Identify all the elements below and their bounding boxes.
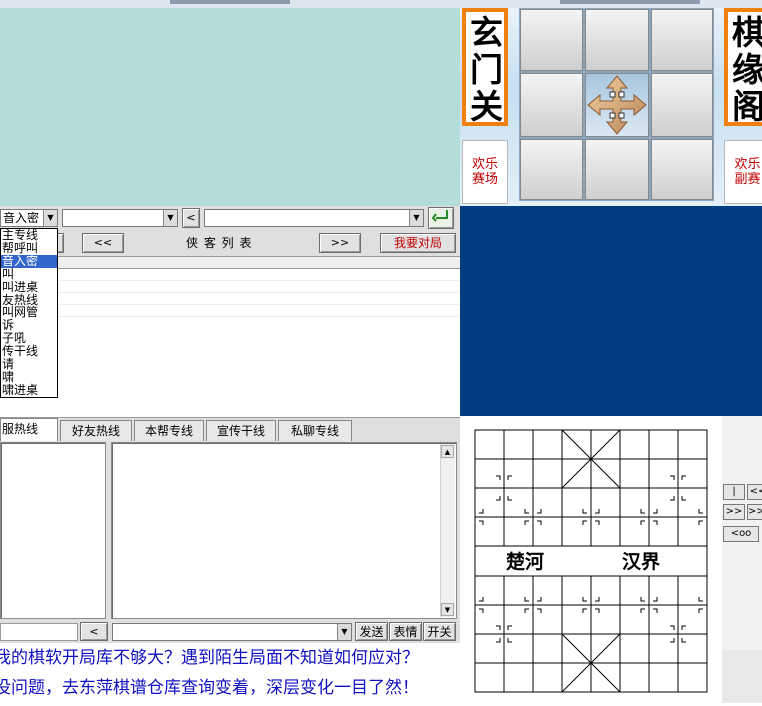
room-tile[interactable] [584, 138, 649, 200]
player-list[interactable] [0, 256, 460, 416]
chevron-down-icon[interactable]: ▼ [163, 210, 177, 226]
chat-input-row: < ▼ 发送 表情 开关 [0, 621, 460, 643]
chat-user-list[interactable] [0, 442, 106, 619]
promo-ticker[interactable]: 我的棋软开局库不够大？遇到陌生局面不知道如何应对？ 没问题，去东萍棋谱仓库查询变… [0, 643, 460, 703]
nav-footer [722, 650, 762, 703]
scrollbar[interactable]: ▲ ▼ [440, 444, 455, 617]
chat-tabs: 服热线 好友热线 本帮专线 宣传干线 私聊专线 [0, 417, 460, 442]
room-tile[interactable] [520, 138, 583, 200]
dropdown-item[interactable]: 叫进桌 [1, 280, 57, 294]
happy-arena-button[interactable]: 欢乐 赛场 [462, 140, 508, 204]
enter-button[interactable] [428, 207, 454, 229]
room-tile[interactable] [650, 72, 713, 137]
room-tile[interactable] [584, 9, 649, 71]
ticker-line-2: 没问题，去东萍棋谱仓库查询变着，深层变化一目了然！ [0, 678, 419, 698]
chat-target-field[interactable] [0, 623, 78, 641]
chevron-down-icon[interactable]: ▼ [409, 210, 423, 226]
chevron-down-icon[interactable]: ▼ [43, 210, 57, 226]
player-select[interactable]: ▼ [62, 209, 178, 227]
channel-select[interactable]: 音入密 ▼ [0, 209, 58, 227]
prev-page-button[interactable]: << [82, 233, 124, 253]
prev-button[interactable]: < [182, 208, 200, 228]
chat-log[interactable]: ▲ ▼ [111, 442, 457, 619]
send-button[interactable]: 发送 [355, 622, 388, 641]
challenge-button[interactable]: 我要对局 [380, 233, 456, 253]
autoplay-button[interactable]: <oo [723, 526, 759, 542]
dropdown-item[interactable]: 帮呼叫 [1, 242, 57, 255]
toggle-button[interactable]: 开关 [423, 622, 456, 641]
info-panel [460, 206, 762, 416]
xiangqi-board[interactable]: 楚河 汉界 [460, 416, 722, 703]
move-arrows-icon[interactable] [584, 72, 649, 137]
xiangqi-board-area: 楚河 汉界 [460, 416, 722, 703]
enter-icon [431, 210, 448, 222]
happy-sub-arena-button[interactable]: 欢乐 副赛 [724, 140, 762, 204]
list-column-header [0, 257, 460, 269]
next-page-button[interactable]: >> [319, 233, 361, 253]
prev-move-button[interactable]: << [747, 484, 762, 500]
dropdown-item-selected[interactable]: 音入密 [1, 254, 57, 268]
scroll-down-icon[interactable]: ▼ [441, 603, 454, 616]
game-view-area [0, 8, 460, 206]
sign-left[interactable]: 玄门关 [462, 8, 508, 126]
emote-button[interactable]: 表情 [389, 622, 422, 641]
tab-private[interactable]: 私聊专线 [278, 420, 352, 442]
channel-dropdown-list[interactable]: 主专线 帮呼叫 音入密 叫 叫进桌 友热线 叫网管 诉 子吼 传干线 请 啸 啸… [0, 228, 58, 398]
room-tile[interactable] [650, 9, 713, 71]
tab-guild[interactable]: 本帮专线 [134, 420, 204, 442]
river-left-label: 楚河 [506, 550, 544, 573]
next-move-button[interactable]: >> [723, 504, 745, 520]
list-header-row: << 侠 客 列 表 >> 我要对局 [0, 230, 460, 256]
top-strip [0, 0, 762, 8]
target-select[interactable]: ▼ [204, 209, 424, 227]
first-move-button[interactable]: |<< [723, 484, 745, 500]
last-move-button[interactable]: >>| [747, 504, 762, 520]
chevron-down-icon[interactable]: ▼ [337, 624, 351, 640]
room-nav-grid [519, 8, 714, 201]
chat-area: ▲ ▼ [0, 441, 460, 621]
ticker-line-1: 我的棋软开局库不够大？遇到陌生局面不知道如何应对？ [0, 648, 419, 668]
room-tile[interactable] [520, 9, 583, 71]
room-tile[interactable] [520, 72, 583, 137]
tab-service[interactable]: 服热线 [0, 418, 58, 442]
dropdown-item[interactable]: 啸 [1, 371, 57, 384]
dropdown-item[interactable]: 啸进桌 [1, 383, 57, 397]
dropdown-item[interactable]: 主专线 [1, 229, 57, 242]
tab-promo[interactable]: 宣传干线 [206, 420, 276, 442]
move-nav-panel: |<< << >> >>| <oo [722, 416, 762, 703]
list-title: 侠 客 列 表 [186, 236, 253, 250]
chat-message-input[interactable]: ▼ [112, 623, 352, 641]
scroll-up-icon[interactable]: ▲ [441, 445, 454, 458]
tab-friends[interactable]: 好友热线 [60, 420, 132, 442]
chat-prev-button[interactable]: < [80, 622, 108, 641]
river-right-label: 汉界 [622, 551, 660, 573]
dropdown-item[interactable]: 叫 [1, 267, 57, 281]
control-row: 音入密 ▼ ▼ < ▼ [0, 206, 460, 230]
room-tile[interactable] [650, 138, 713, 200]
sign-right[interactable]: 棋缘阁 [724, 8, 762, 126]
